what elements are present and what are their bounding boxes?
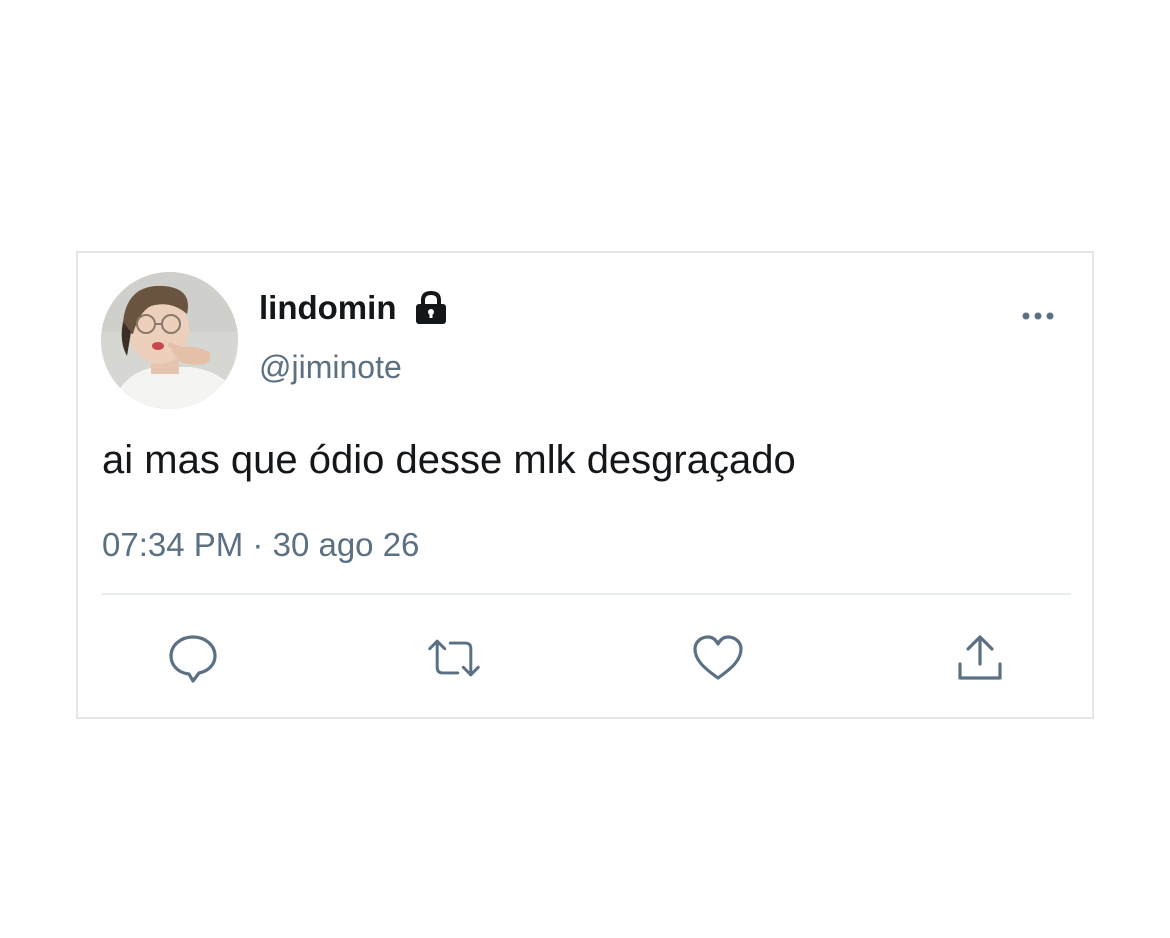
tweet-timestamp: 07:34 PM · 30 ago 26 — [102, 525, 419, 565]
share-icon — [958, 635, 1002, 680]
divider — [102, 593, 1071, 595]
like-button[interactable] — [690, 630, 746, 686]
heart-icon — [693, 635, 743, 680]
more-horizontal-icon — [1022, 312, 1054, 320]
avatar[interactable] — [101, 272, 238, 409]
tweet-text: ai mas que ódio desse mlk desgraçado — [102, 438, 796, 482]
more-options-button[interactable] — [1018, 301, 1058, 331]
meta-separator: · — [252, 526, 264, 563]
retweet-icon — [428, 639, 480, 677]
avatar-photo — [101, 272, 238, 409]
reply-icon — [169, 635, 217, 683]
tweet-card: lindomin @jiminote ai mas que ódio desse… — [76, 251, 1094, 719]
share-button[interactable] — [952, 630, 1008, 686]
display-name-row: lindomin — [259, 288, 448, 328]
display-name[interactable]: lindomin — [259, 288, 396, 328]
reply-button[interactable] — [165, 630, 221, 686]
tweet-date[interactable]: 30 ago 26 — [273, 526, 420, 563]
user-handle[interactable]: @jiminote — [259, 347, 402, 387]
tweet-time[interactable]: 07:34 PM — [102, 526, 243, 563]
retweet-button[interactable] — [426, 630, 482, 686]
lock-icon — [414, 290, 448, 326]
